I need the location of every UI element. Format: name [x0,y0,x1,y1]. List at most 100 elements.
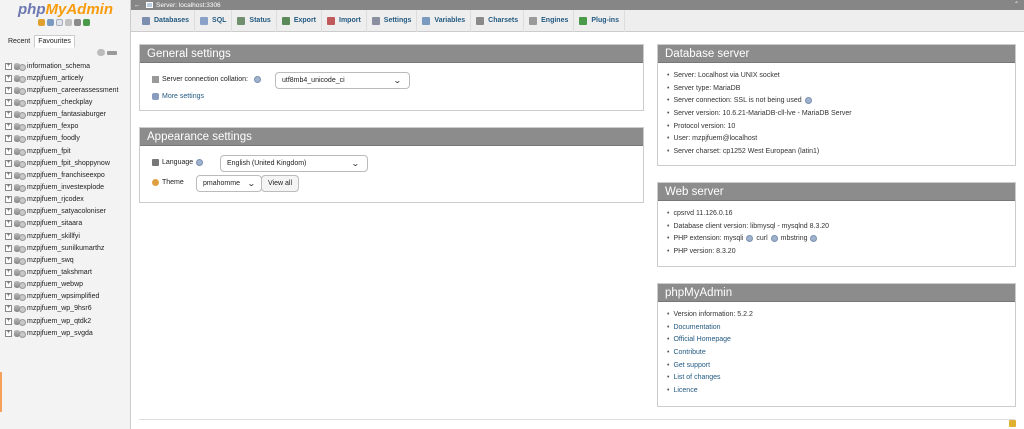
reload-icon[interactable] [83,19,90,26]
database-name[interactable]: mzpjfuem_fantasiaburger [27,111,106,118]
database-name[interactable]: mzpjfuem_articely [27,75,83,82]
database-name[interactable]: mzpjfuem_webwp [27,281,83,288]
database-item[interactable]: + mzpjfuem_investexplode [5,181,118,193]
database-name[interactable]: mzpjfuem_satyacoloniser [27,208,106,215]
database-item[interactable]: + mzpjfuem_fpit [5,145,118,157]
console-icon[interactable] [1009,420,1016,427]
menu-export[interactable]: Export [277,9,322,32]
settings-gear-icon[interactable] [74,19,81,26]
menu-settings[interactable]: Settings [367,9,418,32]
database-item[interactable]: + mzpjfuem_sunilkumarthz [5,242,118,254]
database-name[interactable]: mzpjfuem_fpit [27,148,71,155]
database-item[interactable]: + mzpjfuem_webwp [5,279,118,291]
link-with-main-icon[interactable] [107,51,117,55]
database-item[interactable]: + mzpjfuem_wp_qtdk2 [5,315,118,327]
expand-icon[interactable]: + [5,98,12,106]
help-icon[interactable] [804,97,812,105]
expand-icon[interactable]: + [5,268,12,276]
database-item[interactable]: + mzpjfuem_satyacoloniser [5,206,118,218]
help-docs-icon[interactable] [56,19,63,26]
expand-icon[interactable]: + [5,86,12,94]
database-name[interactable]: mzpjfuem_takshmart [27,269,92,276]
expand-icon[interactable]: + [5,111,12,119]
documentation-icon[interactable] [65,19,72,26]
phpmyadmin-logo[interactable]: phpMyAdmin [0,1,131,18]
menu-charsets[interactable]: Charsets [471,9,525,32]
database-name[interactable]: mzpjfuem_fexpo [27,123,78,130]
database-name[interactable]: mzpjfuem_investexplode [27,184,104,191]
database-name[interactable]: mzpjfuem_wp_qtdk2 [27,318,91,325]
database-name[interactable]: mzpjfuem_skillfyi [27,233,80,240]
expand-icon[interactable]: + [5,281,12,289]
expand-icon[interactable]: + [5,196,12,204]
help-icon[interactable] [196,159,204,166]
collapse-caret-icon[interactable]: ⌃ [1014,1,1019,8]
collapse-all-icon[interactable] [97,49,105,56]
database-item[interactable]: + mzpjfuem_checkplay [5,96,118,108]
database-name[interactable]: mzpjfuem_franchiseexpo [27,172,105,179]
menu-databases[interactable]: Databases [137,9,196,32]
help-icon[interactable] [770,235,778,243]
language-select[interactable]: English (United Kingdom) ⌄ [220,155,368,172]
database-name[interactable]: mzpjfuem_wp_svgda [27,330,93,337]
database-name[interactable]: mzpjfuem_wp_9hsr6 [27,305,92,312]
menu-variables[interactable]: Variables [417,9,472,32]
menu-engines[interactable]: Engines [524,9,575,32]
logout-icon[interactable] [47,19,54,26]
database-item[interactable]: + mzpjfuem_rjcodex [5,194,118,206]
database-item[interactable]: + mzpjfuem_careerassessment [5,84,118,96]
database-name[interactable]: mzpjfuem_rjcodex [27,196,84,203]
expand-icon[interactable]: + [5,244,12,252]
database-name[interactable]: mzpjfuem_fpit_shoppynow [27,160,110,167]
database-item[interactable]: + mzpjfuem_fexpo [5,121,118,133]
menu-status[interactable]: Status [232,9,277,32]
database-name[interactable]: mzpjfuem_wpsimplified [27,293,99,300]
database-item[interactable]: + mzpjfuem_takshmart [5,266,118,278]
expand-icon[interactable]: + [5,256,12,264]
expand-icon[interactable]: + [5,62,12,70]
view-all-button[interactable]: View all [261,175,299,192]
database-name[interactable]: mzpjfuem_swq [27,257,74,264]
home-icon[interactable] [38,19,45,26]
database-item[interactable]: + mzpjfuem_foodly [5,133,118,145]
help-icon[interactable] [746,235,754,243]
menu-sql[interactable]: SQL [195,9,233,32]
database-name[interactable]: mzpjfuem_sitaara [27,220,82,227]
menu-plugins[interactable]: Plug-ins [574,9,625,32]
expand-icon[interactable]: + [5,232,12,240]
pma-link[interactable]: List of changes [673,374,720,381]
pma-link[interactable]: Documentation [673,324,720,331]
tab-favourites[interactable]: Favourites [34,35,75,48]
theme-select[interactable]: pmahomme ⌄ [196,175,262,192]
database-item[interactable]: + mzpjfuem_sitaara [5,218,118,230]
expand-icon[interactable]: + [5,171,12,179]
more-settings-link[interactable]: More settings [162,93,204,100]
database-name[interactable]: mzpjfuem_careerassessment [27,87,118,94]
database-item[interactable]: + mzpjfuem_fpit_shoppynow [5,157,118,169]
help-icon[interactable] [254,76,261,83]
database-item[interactable]: + mzpjfuem_wp_svgda [5,327,118,339]
expand-icon[interactable]: + [5,183,12,191]
server-breadcrumb[interactable]: Server: localhost:3306 [156,2,221,9]
expand-icon[interactable]: + [5,305,12,313]
database-item[interactable]: + mzpjfuem_fantasiaburger [5,109,118,121]
expand-icon[interactable]: + [5,74,12,82]
pma-link[interactable]: Licence [673,387,697,394]
expand-icon[interactable]: + [5,159,12,167]
database-name[interactable]: information_schema [27,63,90,70]
database-item[interactable]: + mzpjfuem_wp_9hsr6 [5,303,118,315]
collation-select[interactable]: utf8mb4_unicode_ci ⌄ [275,72,410,89]
tab-recent[interactable]: Recent [4,35,34,48]
pma-link[interactable]: Get support [673,362,710,369]
database-item[interactable]: + mzpjfuem_articely [5,72,118,84]
help-icon[interactable] [810,235,818,243]
expand-icon[interactable]: + [5,147,12,155]
database-name[interactable]: mzpjfuem_foodly [27,135,80,142]
expand-icon[interactable]: + [5,123,12,131]
pma-link[interactable]: Official Homepage [673,336,730,343]
database-item[interactable]: + mzpjfuem_swq [5,254,118,266]
database-item[interactable]: + mzpjfuem_franchiseexpo [5,169,118,181]
database-item[interactable]: + information_schema [5,60,118,72]
database-item[interactable]: + mzpjfuem_wpsimplified [5,291,118,303]
expand-icon[interactable]: + [5,220,12,228]
